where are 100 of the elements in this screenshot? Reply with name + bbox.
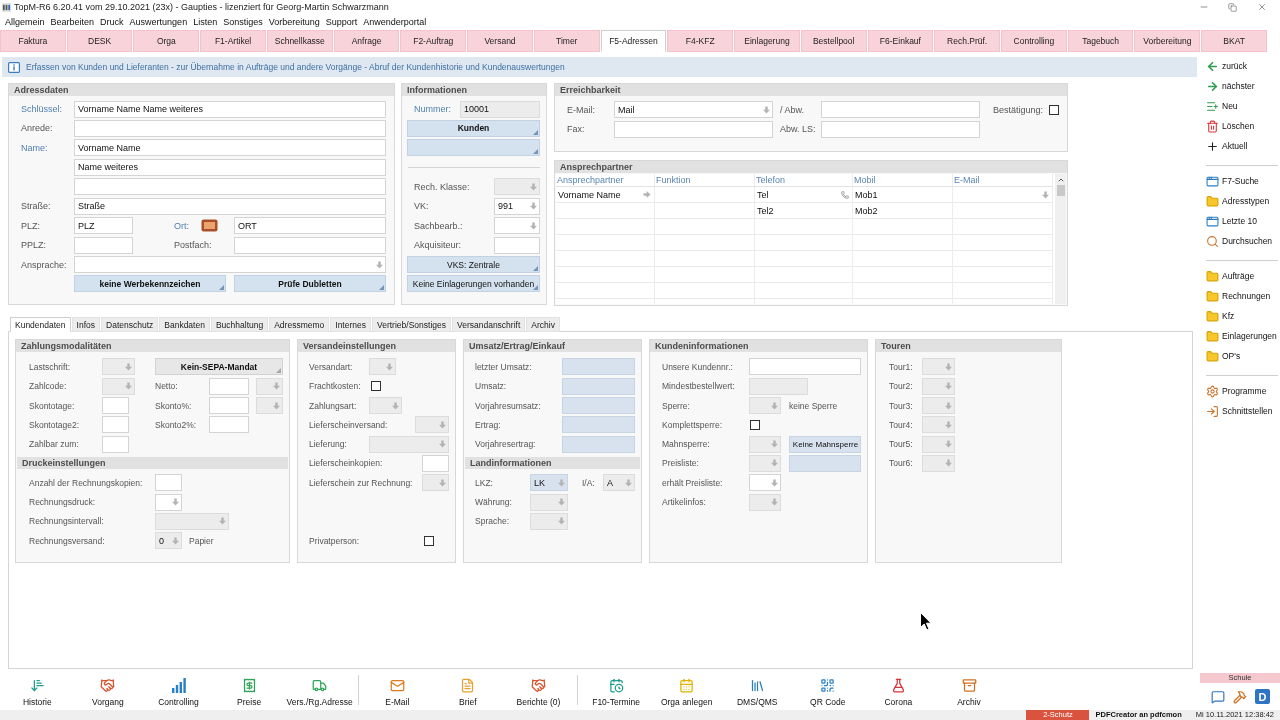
- action-button[interactable]: Prüfe Dubletten: [234, 275, 386, 293]
- tab[interactable]: Datenschutz: [101, 317, 159, 332]
- column-header[interactable]: Funktion: [655, 174, 755, 186]
- menu-item[interactable]: Druck: [97, 16, 127, 27]
- dropdown[interactable]: LK: [530, 474, 568, 492]
- menu-item[interactable]: Sonstiges: [220, 16, 266, 27]
- scrollbar-thumb[interactable]: [1057, 185, 1065, 196]
- letter-logo[interactable]: D: [1255, 689, 1270, 704]
- text-field[interactable]: [74, 178, 386, 196]
- action-button[interactable]: keine Werbekennzeichen: [74, 275, 226, 293]
- sidebar-item[interactable]: Letzte 10: [1206, 211, 1257, 231]
- sidebar-item[interactable]: F7-Suche: [1206, 171, 1259, 191]
- menu-item[interactable]: Listen: [190, 16, 221, 27]
- sidebar-item[interactable]: Durchsuchen: [1206, 231, 1273, 251]
- toolbar-button[interactable]: DMS/QMS: [721, 670, 793, 708]
- action-button[interactable]: Kunden: [407, 119, 540, 137]
- toolbar-button[interactable]: Brief: [432, 670, 504, 708]
- module-tab[interactable]: BKAT: [1201, 30, 1267, 52]
- module-tab[interactable]: Schnellkasse: [266, 30, 333, 52]
- text-field[interactable]: [614, 120, 773, 138]
- toolbar-button[interactable]: Historie: [2, 670, 73, 708]
- text-field[interactable]: [494, 236, 540, 254]
- sidebar-item[interactable]: Löschen: [1206, 116, 1255, 136]
- menu-item[interactable]: Auswertungen: [126, 16, 191, 27]
- menu-item[interactable]: Bearbeiten: [47, 16, 98, 27]
- module-tab[interactable]: Tagebuch: [1067, 30, 1134, 52]
- module-tab[interactable]: F5-Adressen: [600, 30, 667, 52]
- sidebar-item[interactable]: Aufträge: [1206, 266, 1255, 286]
- text-field[interactable]: Vorname Name Name weiteres: [74, 100, 386, 118]
- module-tab[interactable]: Faktura: [0, 30, 66, 52]
- sidebar-item[interactable]: Adresstypen: [1206, 191, 1270, 211]
- arrow-right-icon[interactable]: [643, 191, 651, 198]
- text-field[interactable]: [74, 236, 133, 254]
- text-field[interactable]: Vorname Name: [74, 139, 386, 157]
- message-icon[interactable]: [1211, 689, 1225, 704]
- toolbar-button[interactable]: Controlling: [143, 670, 214, 708]
- scroll-up-icon[interactable]: [1057, 176, 1065, 184]
- toolbar-button[interactable]: F10-Termine: [580, 670, 652, 708]
- module-tab[interactable]: Vorbereitung: [1134, 30, 1201, 52]
- module-tab[interactable]: DESK: [66, 30, 133, 52]
- menu-item[interactable]: Allgemein: [2, 16, 48, 27]
- action-button[interactable]: Keine Einlagerungen vorhanden: [407, 275, 540, 293]
- tab[interactable]: Adressmemo: [269, 317, 330, 332]
- column-header[interactable]: E-Mail: [953, 174, 1053, 186]
- menu-item[interactable]: Anwenderportal: [360, 16, 430, 27]
- text-field[interactable]: [209, 397, 249, 415]
- sidebar-item[interactable]: Rechnungen: [1206, 286, 1271, 306]
- sidebar-item[interactable]: Neu: [1206, 96, 1238, 116]
- text-field[interactable]: [749, 358, 861, 376]
- toolbar-button[interactable]: E-Mail: [361, 670, 433, 708]
- toolbar-button[interactable]: Orga anlegen: [651, 670, 722, 708]
- phone-icon[interactable]: [841, 190, 849, 199]
- column-header[interactable]: Ansprechpartner: [556, 174, 655, 186]
- text-field[interactable]: [102, 435, 129, 453]
- module-tab[interactable]: F2-Auftrag: [400, 30, 467, 52]
- module-tab[interactable]: Orga: [133, 30, 200, 52]
- tab[interactable]: Internes: [330, 317, 371, 332]
- module-tab[interactable]: F4-KFZ: [667, 30, 734, 52]
- text-field[interactable]: PLZ: [74, 217, 133, 235]
- text-field[interactable]: [821, 101, 980, 119]
- text-field[interactable]: [74, 119, 386, 137]
- text-field[interactable]: [422, 454, 449, 472]
- tab[interactable]: Versandanschrift: [451, 317, 526, 332]
- toolbar-button[interactable]: Berichte (0): [503, 670, 574, 708]
- text-field[interactable]: ORT: [234, 217, 386, 235]
- sidebar-item[interactable]: OP's: [1206, 346, 1241, 366]
- module-tab[interactable]: F6-Einkauf: [867, 30, 934, 52]
- action-button[interactable]: VKS: Zentrale: [407, 256, 540, 273]
- text-field[interactable]: [209, 377, 249, 395]
- dropdown[interactable]: [74, 256, 386, 273]
- tab[interactable]: Archiv: [526, 317, 560, 332]
- text-field[interactable]: [821, 120, 980, 138]
- hammer-icon[interactable]: [1233, 689, 1247, 704]
- menu-item[interactable]: Support: [322, 16, 361, 27]
- tab[interactable]: Infos: [71, 317, 100, 332]
- toolbar-button[interactable]: Vers./Rg.Adresse: [284, 670, 355, 708]
- sidebar-item[interactable]: Kfz: [1206, 306, 1235, 326]
- toolbar-button[interactable]: Preise: [213, 670, 285, 708]
- toolbar-button[interactable]: Vorgang: [72, 670, 144, 708]
- text-field[interactable]: [209, 416, 249, 434]
- module-tab[interactable]: F1-Artikel: [200, 30, 266, 52]
- checkbox[interactable]: [424, 535, 434, 546]
- module-tab[interactable]: Versand: [467, 30, 533, 52]
- sidebar-item[interactable]: zurück: [1206, 56, 1248, 76]
- text-field[interactable]: [102, 397, 129, 415]
- toolbar-button[interactable]: Archiv: [933, 670, 1005, 708]
- module-tab[interactable]: Anfrage: [333, 30, 400, 52]
- checkbox[interactable]: [1049, 104, 1059, 115]
- sidebar-item[interactable]: Einlagerungen: [1206, 326, 1277, 346]
- tab[interactable]: Kundendaten: [10, 317, 71, 332]
- tab[interactable]: Buchhaltung: [210, 317, 269, 332]
- tab[interactable]: Bankdaten: [159, 317, 210, 332]
- sidebar-item[interactable]: nächster: [1206, 76, 1255, 96]
- text-field[interactable]: Straße: [74, 197, 386, 215]
- module-tab[interactable]: Bestellpool: [800, 30, 867, 52]
- dropdown[interactable]: Mail: [614, 101, 773, 119]
- checkbox[interactable]: [750, 419, 760, 430]
- module-tab[interactable]: Rech.Prüf.: [934, 30, 1000, 52]
- toolbar-button[interactable]: QR Code: [792, 670, 864, 708]
- scrollbar[interactable]: [1055, 174, 1066, 304]
